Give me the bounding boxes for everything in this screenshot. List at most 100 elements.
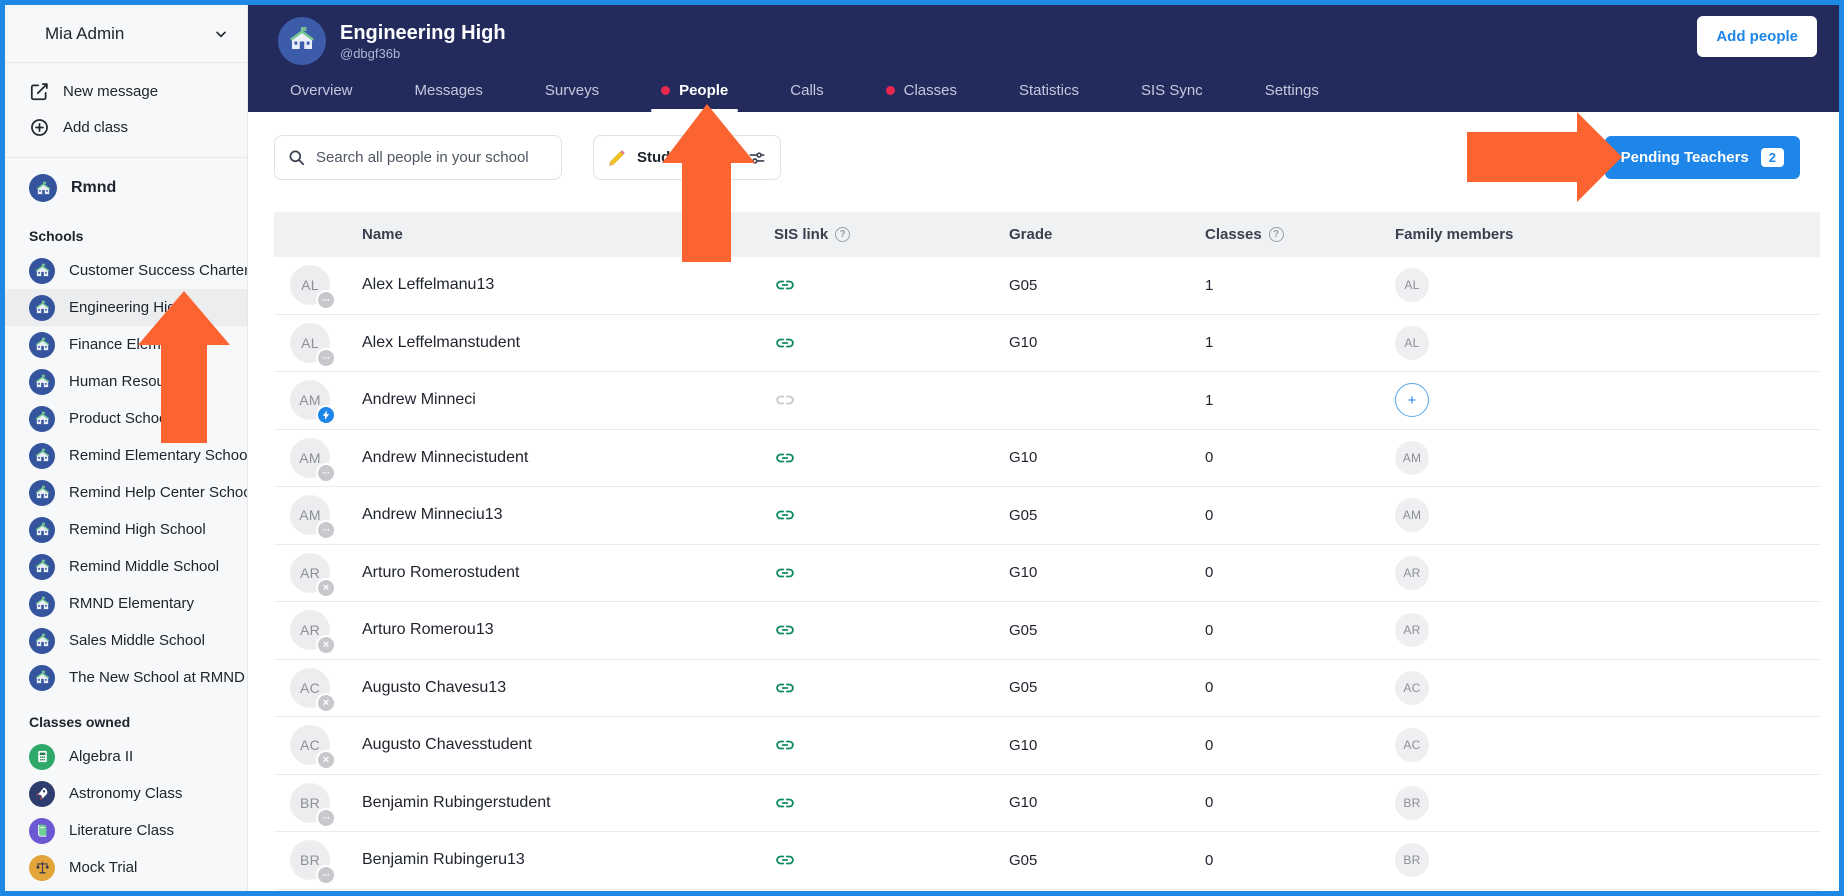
avatar-status-badge	[318, 522, 334, 538]
link-icon	[774, 447, 796, 469]
sidebar-item-class[interactable]: Astronomy Class	[5, 775, 247, 812]
filter-sliders-icon[interactable]	[747, 148, 767, 168]
chevron-down-icon[interactable]	[213, 26, 229, 42]
avatar-status-badge	[318, 350, 334, 366]
add-people-button[interactable]: Add people	[1697, 16, 1817, 57]
search-icon	[287, 148, 306, 167]
link-icon	[774, 274, 796, 296]
link-icon	[774, 504, 796, 526]
sidebar-item-school[interactable]: RMND Elementary	[5, 585, 247, 622]
table-row[interactable]: AR Arturo Romerou13 G05 0 AR	[274, 602, 1820, 660]
sidebar-item-class[interactable]: Literature Class	[5, 812, 247, 849]
family-member-avatar[interactable]: AC	[1395, 728, 1429, 762]
avatar-status-badge	[318, 867, 334, 883]
class-icon	[29, 818, 55, 844]
table-row[interactable]: AM Andrew Minneci 1	[274, 372, 1820, 430]
table-row[interactable]: AM Andrew Minnecistudent G10 0 AM	[274, 430, 1820, 488]
table-row[interactable]: AC Augusto Chavesstudent G10 0 AC	[274, 717, 1820, 775]
grade-cell: G10	[1009, 794, 1205, 811]
school-handle: @dbgf36b	[340, 46, 506, 61]
grade-cell: G05	[1009, 852, 1205, 869]
family-member-avatar[interactable]: AM	[1395, 498, 1429, 532]
account-switcher[interactable]: Mia Admin	[5, 5, 247, 63]
class-label: Mock Trial	[69, 859, 137, 876]
sidebar-item-school[interactable]: Remind Middle School	[5, 548, 247, 585]
school-label: The New School at RMND	[69, 669, 245, 686]
sidebar-item-school[interactable]: Human Resources	[5, 363, 247, 400]
person-name: Andrew Minneci	[362, 391, 774, 409]
avatar-status-badge	[318, 637, 334, 653]
column-header-name: Name	[362, 226, 403, 243]
classes-list: Algebra II Astronomy Class Literature Cl…	[5, 738, 247, 891]
sidebar-item-school[interactable]: Remind Elementary School	[5, 437, 247, 474]
table-row[interactable]: AC Augusto Chavesu13 G05 0 AC	[274, 660, 1820, 718]
classes-count-cell: 1	[1205, 277, 1395, 294]
help-icon[interactable]	[835, 227, 850, 242]
person-name: Andrew Minneciu13	[362, 506, 774, 524]
students-filter-chip[interactable]: Students	[593, 135, 781, 180]
family-member-avatar[interactable]: BR	[1395, 786, 1429, 820]
class-label: Algebra II	[69, 748, 133, 765]
family-member-avatar[interactable]: BR	[1395, 843, 1429, 877]
sidebar-item-school[interactable]: Remind Help Center School	[5, 474, 247, 511]
nav-tab[interactable]: Messages	[415, 82, 483, 112]
nav-tab[interactable]: People	[661, 82, 728, 112]
table-row[interactable]: AR Arturo Romerostudent G10 0 AR	[274, 545, 1820, 603]
sidebar-action-item[interactable]: New message	[5, 73, 247, 109]
sidebar-item-school[interactable]: Customer Success Charter	[5, 252, 247, 289]
students-filter-label: Students	[637, 149, 737, 166]
people-table: Name SIS link Grade Classes Family membe…	[274, 212, 1820, 891]
avatar-status-badge	[318, 580, 334, 596]
sidebar-item-class[interactable]: Mock Trial	[5, 849, 247, 886]
nav-tab[interactable]: Classes	[886, 82, 957, 112]
family-member-avatar[interactable]: AR	[1395, 556, 1429, 590]
family-members-cell: AC	[1395, 728, 1820, 762]
nav-tab[interactable]: Calls	[790, 82, 823, 112]
school-building-icon	[29, 517, 55, 543]
search-input[interactable]	[316, 149, 549, 166]
school-label: Remind High School	[69, 521, 206, 538]
sidebar-item-school[interactable]: Finance Elementary	[5, 326, 247, 363]
sidebar-item-school[interactable]: The New School at RMND	[5, 659, 247, 696]
classes-section-header: Classes owned	[29, 714, 247, 730]
help-icon[interactable]	[1269, 227, 1284, 242]
family-member-avatar[interactable]: AM	[1395, 441, 1429, 475]
nav-tab[interactable]: SIS Sync	[1141, 82, 1203, 112]
sis-link-cell	[774, 849, 1009, 871]
sidebar-item-school[interactable]: Sales Middle School	[5, 622, 247, 659]
person-avatar: AL	[290, 323, 330, 363]
nav-tab[interactable]: Statistics	[1019, 82, 1079, 112]
avatar-status-badge	[318, 407, 334, 423]
person-avatar: AR	[290, 610, 330, 650]
grade-cell: G10	[1009, 449, 1205, 466]
school-avatar	[278, 17, 326, 65]
sidebar-item-school[interactable]: Product School	[5, 400, 247, 437]
sidebar-item-class[interactable]: Algebra II	[5, 738, 247, 775]
family-members-cell: AL	[1395, 326, 1820, 360]
sidebar-item-class[interactable]: Tutoring Class	[5, 886, 247, 891]
family-member-avatar[interactable]	[1395, 383, 1429, 417]
page-title: Engineering High	[340, 21, 506, 46]
table-row[interactable]: BR Benjamin Rubingerstudent G10 0 BR	[274, 775, 1820, 833]
sidebar-item-school[interactable]: Engineering High	[5, 289, 247, 326]
family-member-avatar[interactable]: AL	[1395, 326, 1429, 360]
grade-cell: G05	[1009, 277, 1205, 294]
nav-tab[interactable]: Settings	[1265, 82, 1319, 112]
sidebar-item-org[interactable]: Rmnd	[5, 166, 247, 210]
sidebar-action-item[interactable]: Add class	[5, 109, 247, 145]
family-member-avatar[interactable]: AR	[1395, 613, 1429, 647]
table-row[interactable]: AM Andrew Minneciu13 G05 0 AM	[274, 487, 1820, 545]
nav-tab[interactable]: Overview	[290, 82, 353, 112]
header-nav: Overview Messages Surveys People Calls	[290, 82, 1319, 112]
table-row[interactable]: AL Alex Leffelmanu13 G05 1 AL	[274, 257, 1820, 315]
school-building-icon	[29, 295, 55, 321]
table-row[interactable]: BR Benjamin Rubingeru13 G05 0 BR	[274, 832, 1820, 890]
sidebar-item-school[interactable]: Remind High School	[5, 511, 247, 548]
family-member-avatar[interactable]: AC	[1395, 671, 1429, 705]
family-member-avatar[interactable]: AL	[1395, 268, 1429, 302]
table-row[interactable]: AL Alex Leffelmanstudent G10 1 AL	[274, 315, 1820, 373]
school-label: Product School	[69, 410, 171, 427]
schools-list: Customer Success Charter Engineering Hig…	[5, 252, 247, 696]
nav-tab[interactable]: Surveys	[545, 82, 599, 112]
pending-teachers-button[interactable]: Pending Teachers 2	[1605, 136, 1800, 179]
